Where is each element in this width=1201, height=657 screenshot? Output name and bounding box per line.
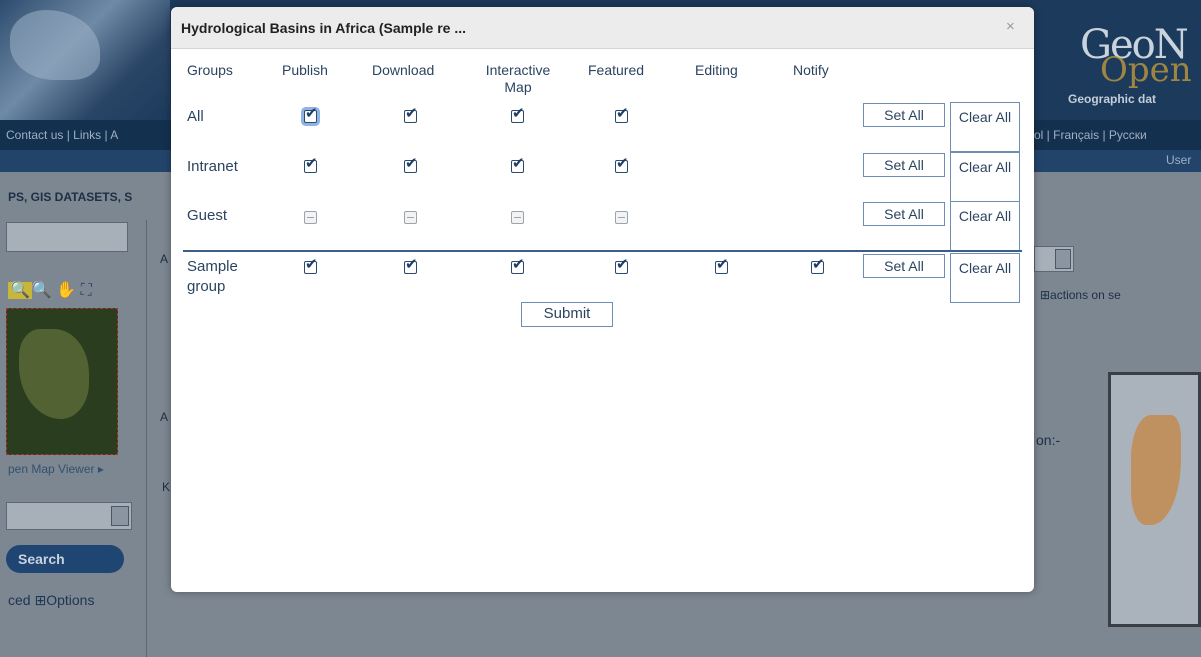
dialog-titlebar: Hydrological Basins in Africa (Sample re… [171, 7, 1034, 49]
checkmark-icon: ✔ [305, 256, 318, 273]
map-tools: 🔍 🔍 ✋ ⛶ [8, 280, 92, 300]
checkbox-sample-group-publish[interactable]: ✔ [304, 257, 318, 274]
clear-all-button[interactable]: Clear All [950, 102, 1020, 152]
dialog-title: Hydrological Basins in Africa (Sample re… [181, 20, 467, 36]
clear-all-button[interactable]: Clear All [950, 201, 1020, 251]
zoom-in-icon[interactable]: 🔍 [8, 282, 32, 299]
search-input[interactable] [6, 222, 128, 252]
row-label-intranet: Intranet [187, 158, 238, 175]
checkbox-guest-interactive-map[interactable] [511, 211, 524, 224]
set-all-button[interactable]: Set All [863, 254, 945, 278]
checkbox-sample-group-notify[interactable]: ✔ [811, 257, 825, 274]
column-header-interactive-map: Interactive Map [485, 62, 551, 95]
column-header-featured: Featured [588, 62, 645, 78]
nav-links-left[interactable]: Contact us | Links | A [6, 128, 118, 142]
checkbox-all-interactive-map[interactable]: ✔ [511, 106, 525, 123]
nav-links-right[interactable]: ol | Français | Русски [1034, 128, 1147, 142]
checkmark-icon: ✔ [512, 105, 525, 122]
checkmark-icon: ✔ [512, 256, 525, 273]
clear-all-button[interactable]: Clear All [950, 253, 1020, 303]
checkmark-icon: ✔ [812, 256, 825, 273]
search-button[interactable]: Search [6, 545, 124, 573]
pan-hand-icon[interactable]: ✋ [56, 282, 76, 299]
close-icon[interactable]: × [1006, 19, 1015, 35]
checkbox-intranet-download[interactable]: ✔ [404, 156, 418, 173]
open-map-viewer-link[interactable]: pen Map Viewer ▸ [8, 462, 104, 476]
privileges-dialog: Hydrological Basins in Africa (Sample re… [171, 7, 1034, 592]
column-header-download: Download [372, 62, 435, 78]
checkbox-intranet-publish[interactable]: ✔ [304, 156, 318, 173]
checkbox-sample-group-download[interactable]: ✔ [404, 257, 418, 274]
checkbox-guest-featured[interactable] [615, 211, 628, 224]
checkbox-intranet-interactive-map[interactable]: ✔ [511, 156, 525, 173]
set-all-button[interactable]: Set All [863, 103, 945, 127]
checkmark-icon: ✔ [305, 105, 318, 122]
actions-on-selection[interactable]: ⊞actions on se [1040, 288, 1121, 302]
checkbox-all-featured[interactable]: ✔ [615, 106, 629, 123]
checkbox-guest-download[interactable] [404, 211, 417, 224]
chevron-down-icon [111, 506, 129, 526]
checkbox-intranet-featured[interactable]: ✔ [615, 156, 629, 173]
zoom-extent-icon[interactable]: ⛶ [81, 282, 92, 299]
zoom-out-icon[interactable]: 🔍 [32, 282, 52, 299]
section-heading: PS, GIS DATASETS, S [8, 190, 133, 204]
checkmark-icon: ✔ [716, 256, 729, 273]
mini-map[interactable] [6, 308, 118, 455]
column-divider [146, 220, 147, 657]
checkmark-icon: ✔ [512, 155, 525, 172]
checkmark-icon: ✔ [405, 256, 418, 273]
checkbox-sample-group-interactive-map[interactable]: ✔ [511, 257, 525, 274]
checkmark-icon: ✔ [405, 105, 418, 122]
checkbox-all-download[interactable]: ✔ [404, 106, 418, 123]
column-header-groups: Groups [187, 62, 233, 78]
side-letter: K [162, 480, 171, 494]
checkbox-guest-publish[interactable] [304, 211, 317, 224]
map-thumbnail[interactable] [1108, 372, 1201, 627]
column-header-notify: Notify [793, 62, 829, 78]
checkbox-sample-group-editing[interactable]: ✔ [715, 257, 729, 274]
side-letter: A [160, 252, 169, 266]
region-select[interactable] [6, 502, 132, 530]
row-separator [183, 250, 1022, 252]
row-label-guest: Guest [187, 207, 228, 224]
side-letter: A [160, 410, 169, 424]
checkmark-icon: ✔ [616, 105, 629, 122]
user-link[interactable]: User [1166, 153, 1191, 167]
checkbox-sample-group-featured[interactable]: ✔ [615, 257, 629, 274]
checkbox-all-publish[interactable]: ✔ [304, 106, 318, 123]
site-logo: GeoN Open [1080, 22, 1192, 90]
partial-text: on:- [1036, 432, 1061, 448]
checkmark-icon: ✔ [405, 155, 418, 172]
advanced-options-link[interactable]: ced ⊞Options [8, 592, 94, 609]
row-label-all: All [187, 108, 204, 125]
set-all-button[interactable]: Set All [863, 202, 945, 226]
checkmark-icon: ✔ [616, 256, 629, 273]
column-header-publish: Publish [282, 62, 328, 78]
site-tagline: Geographic dat [1068, 92, 1157, 106]
submit-button[interactable]: Submit [521, 302, 613, 327]
sort-select[interactable] [1034, 246, 1074, 272]
row-label-sample-group: Sample group [187, 258, 238, 295]
checkmark-icon: ✔ [616, 155, 629, 172]
clear-all-button[interactable]: Clear All [950, 152, 1020, 202]
column-header-editing: Editing [695, 62, 738, 78]
checkmark-icon: ✔ [305, 155, 318, 172]
header-map-graphic [0, 0, 170, 120]
chevron-down-icon [1055, 249, 1071, 269]
set-all-button[interactable]: Set All [863, 153, 945, 177]
